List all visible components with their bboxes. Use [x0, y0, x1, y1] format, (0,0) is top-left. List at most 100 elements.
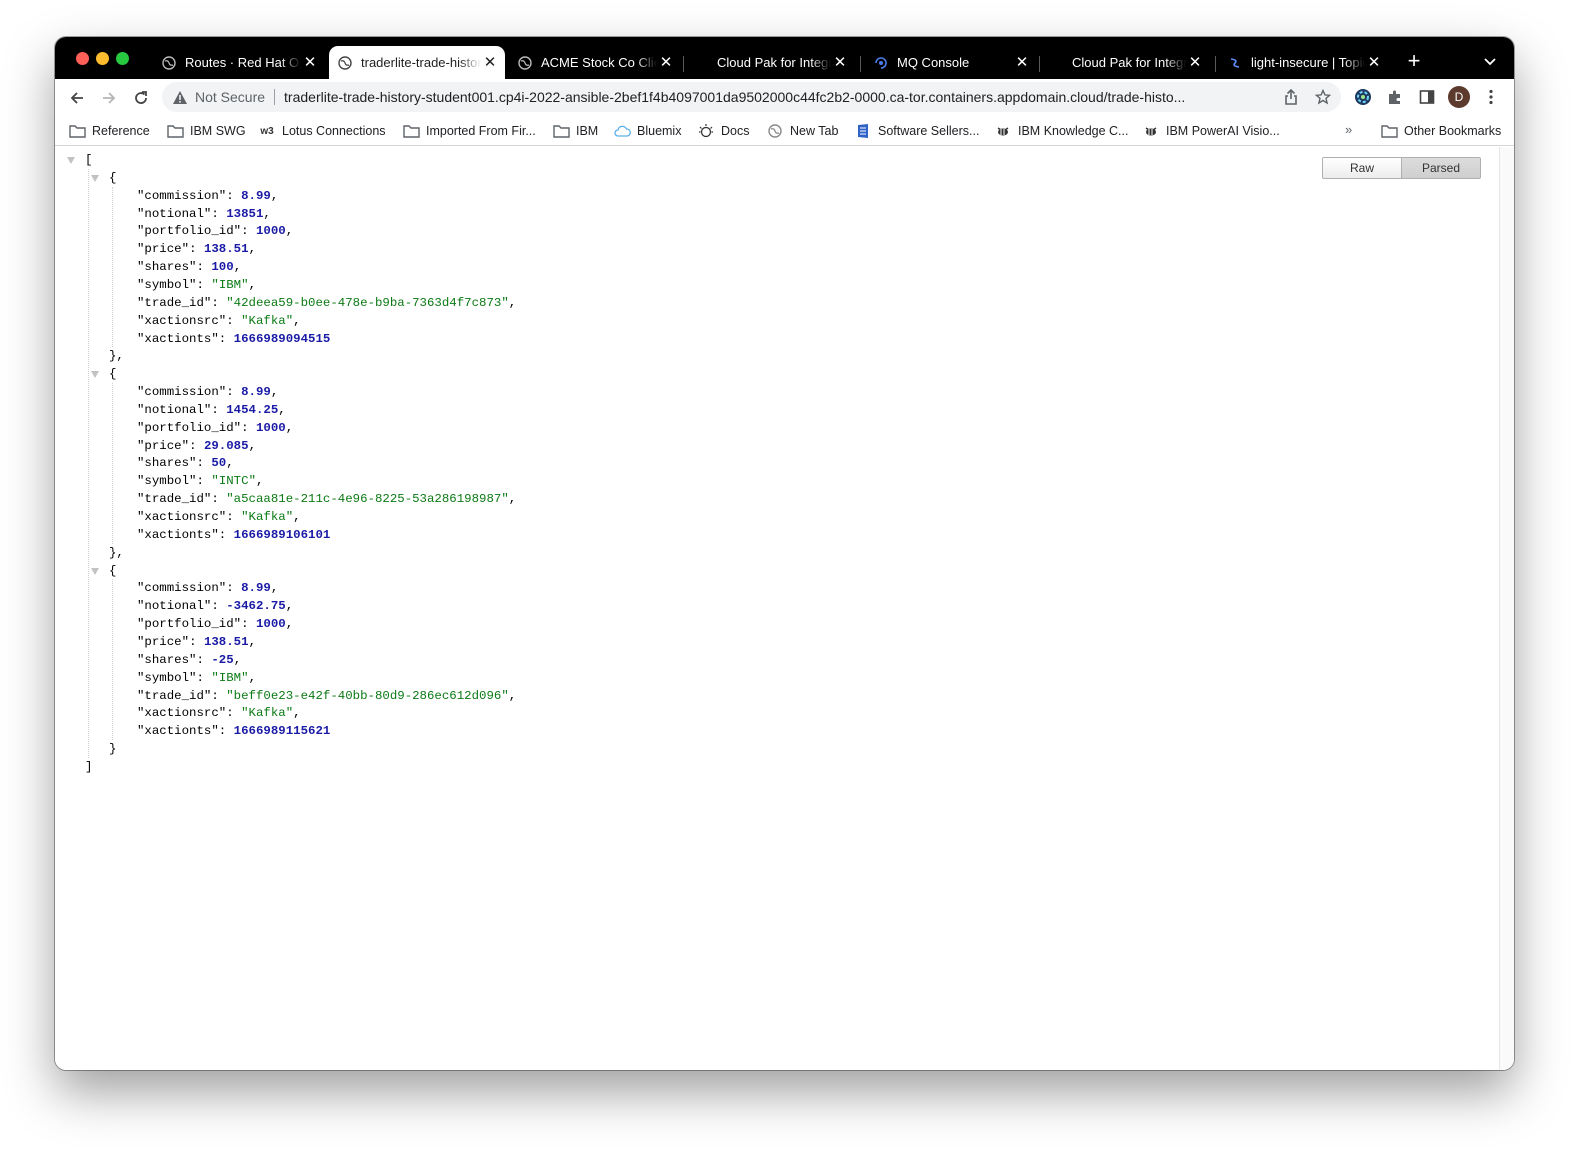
tab-title: ACME Stock Co Client	[541, 55, 657, 70]
profile-avatar[interactable]: D	[1448, 86, 1470, 108]
collapse-toggle-icon[interactable]	[91, 371, 99, 379]
json-value: 1666989106101	[233, 527, 331, 542]
minimize-window-button[interactable]	[96, 52, 109, 65]
bookmarks-overflow-button[interactable]: »	[1345, 122, 1352, 137]
bookmark-label: Bluemix	[637, 124, 682, 138]
close-icon[interactable]: ✕	[831, 54, 849, 72]
folder-icon	[68, 123, 86, 139]
close-icon[interactable]: ✕	[1013, 54, 1031, 72]
indent-guide	[112, 579, 113, 741]
bee-icon	[1142, 123, 1160, 139]
security-status[interactable]: Not Secure	[195, 89, 276, 105]
close-icon[interactable]: ✕	[1186, 54, 1204, 72]
parsed-view-button[interactable]: Parsed	[1402, 158, 1480, 178]
bookmark-ibm-knowledge-center[interactable]: IBM Knowledge C...	[994, 122, 1128, 140]
close-icon[interactable]: ✕	[657, 54, 675, 72]
json-object-close: },	[109, 349, 124, 364]
json-field-notional: "notional": -3462.75,	[137, 599, 294, 614]
collapse-toggle-icon[interactable]	[91, 567, 99, 575]
share-icon[interactable]	[1282, 88, 1300, 106]
more-menu-icon[interactable]	[1480, 86, 1502, 108]
bookmark-software-sellers[interactable]: Software Sellers...	[854, 122, 979, 140]
bookmark-ibm-powerai-vision[interactable]: IBM PowerAI Visio...	[1142, 122, 1280, 140]
tab-routes[interactable]: Routes · Red Hat OpenShift ✕	[153, 46, 325, 79]
collapse-toggle-icon[interactable]	[67, 157, 75, 164]
close-icon[interactable]: ✕	[481, 54, 499, 72]
url-text[interactable]: traderlite-trade-history-student001.cp4i…	[284, 89, 1274, 105]
json-value: 8.99	[241, 188, 271, 203]
tab-separator	[860, 56, 861, 72]
json-value: 42deea59-b0ee-478e-b9ba-7363d4f7c873	[233, 295, 502, 310]
warning-icon[interactable]	[172, 89, 188, 105]
side-panel-icon[interactable]	[1416, 86, 1438, 108]
vertical-scrollbar[interactable]	[1499, 147, 1514, 1070]
close-icon[interactable]: ✕	[301, 54, 319, 72]
bookmark-label: Other Bookmarks	[1404, 124, 1502, 138]
indent-guide	[88, 168, 89, 758]
new-tab-button[interactable]: +	[1402, 50, 1426, 74]
tab-traderlite-trade-history[interactable]: traderlite-trade-history ✕	[329, 46, 505, 79]
json-field-portfolio-id: "portfolio_id": 1000,	[137, 224, 294, 239]
collapse-toggle-icon[interactable]	[91, 174, 99, 182]
json-value: Kafka	[248, 313, 286, 328]
json-value: 1000	[255, 617, 286, 632]
tab-title: Cloud Pak for Integration	[717, 55, 831, 70]
extension-aperture-icon[interactable]	[1352, 86, 1374, 108]
tab-cloud-pak-1[interactable]: Cloud Pak for Integration ✕	[709, 46, 855, 79]
bookmark-label: IBM PowerAI Visio...	[1166, 124, 1280, 138]
bee-icon	[994, 123, 1012, 139]
tab-title: Routes · Red Hat OpenShift	[185, 55, 301, 70]
bookmark-other-bookmarks[interactable]: Other Bookmarks	[1380, 122, 1501, 140]
json-array-close: ]	[85, 759, 93, 774]
json-value: 50	[211, 456, 227, 471]
tab-search-chevron-icon[interactable]	[1479, 51, 1501, 73]
json-value: Kafka	[248, 510, 286, 524]
json-field-commission: "commission": 8.99,	[137, 581, 279, 596]
address-bar[interactable]: Not Secure traderlite-trade-history-stud…	[162, 82, 1341, 112]
json-value: 1000	[255, 224, 286, 239]
bookmark-lotus-connections[interactable]: w3 Lotus Connections	[258, 122, 385, 140]
json-field-symbol: "symbol": "IBM",	[137, 277, 256, 292]
reload-button[interactable]	[127, 84, 155, 112]
tab-mq-console[interactable]: MQ Console ✕	[865, 46, 1037, 79]
json-field-xactionsrc: "xactionsrc": "Kafka",	[137, 510, 301, 524]
json-value: 8.99	[241, 581, 271, 596]
back-button[interactable]	[63, 84, 91, 112]
folder-icon	[402, 123, 420, 139]
json-object-close: },	[109, 545, 124, 560]
bookmarks-bar: Reference IBM SWG w3 Lotus Connections I…	[55, 116, 1514, 146]
json-field-shares: "shares": 100,	[137, 260, 242, 275]
view-toggle: Raw Parsed	[1322, 157, 1481, 179]
json-field-price: "price": 138.51,	[137, 242, 256, 257]
json-field-xactionts: "xactionts": 1666989106101	[137, 527, 331, 542]
bookmark-imported-from-firefox[interactable]: Imported From Fir...	[402, 122, 536, 140]
tab-cloud-pak-2[interactable]: Cloud Pak for Integration ✕	[1064, 46, 1210, 79]
bookmark-label: New Tab	[790, 124, 839, 138]
close-icon[interactable]: ✕	[1365, 54, 1383, 72]
bookmark-reference[interactable]: Reference	[68, 122, 150, 140]
json-field-xactionsrc: "xactionsrc": "Kafka",	[137, 706, 301, 721]
json-value: -25	[211, 652, 234, 667]
event-streams-icon	[1227, 55, 1243, 71]
bookmark-ibm-swg[interactable]: IBM SWG	[166, 122, 246, 140]
zoom-window-button[interactable]	[116, 52, 129, 65]
globe-icon	[161, 55, 177, 71]
bookmark-bluemix[interactable]: Bluemix	[613, 122, 681, 140]
bulb-icon	[697, 123, 715, 139]
extensions-puzzle-icon[interactable]	[1384, 86, 1406, 108]
globe-icon	[337, 55, 353, 71]
bookmark-new-tab[interactable]: New Tab	[766, 122, 838, 140]
bookmark-label: Docs	[721, 124, 750, 138]
json-field-shares: "shares": 50,	[137, 456, 234, 471]
close-window-button[interactable]	[76, 52, 89, 65]
tab-acme-stock[interactable]: ACME Stock Co Client ✕	[509, 46, 681, 79]
json-field-xactionts: "xactionts": 1666989094515	[137, 331, 331, 346]
json-field-trade-id: "trade_id": "beff0e23-e42f-40bb-80d9-286…	[137, 688, 517, 703]
tab-separator	[683, 56, 684, 72]
raw-view-button[interactable]: Raw	[1323, 158, 1402, 178]
bookmark-docs[interactable]: Docs	[697, 122, 749, 140]
tab-light-insecure-topics[interactable]: light-insecure | Topics ✕	[1219, 46, 1389, 79]
forward-button[interactable]	[95, 84, 123, 112]
bookmark-ibm[interactable]: IBM	[552, 122, 598, 140]
bookmark-star-icon[interactable]	[1314, 88, 1332, 106]
